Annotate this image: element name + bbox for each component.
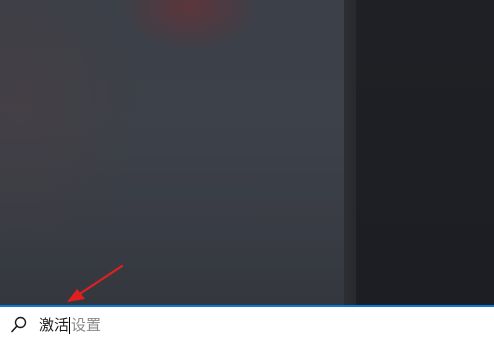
text-cursor: [69, 316, 71, 334]
desktop-background-left: [0, 0, 344, 305]
desktop-background-right: [356, 0, 494, 305]
search-autocomplete-suggestion: 设置: [71, 316, 102, 334]
desktop-divider: [344, 0, 356, 305]
screen: 激活 设置: [0, 0, 494, 342]
red-arrow-annotation: [67, 264, 124, 302]
search-typed-text: 激活: [39, 316, 70, 334]
search-icon: [11, 316, 27, 333]
taskbar-search-box[interactable]: 激活 设置: [0, 305, 494, 342]
search-input[interactable]: 激活 设置: [39, 313, 101, 337]
